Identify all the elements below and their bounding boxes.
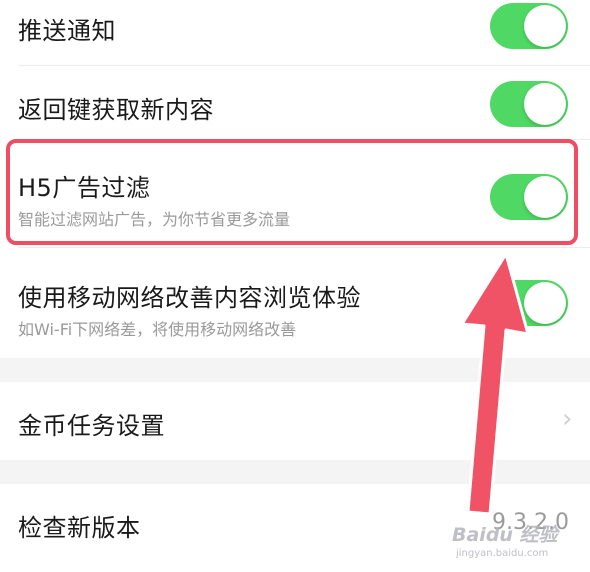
h5-ad-filter-title: H5广告过滤 bbox=[18, 174, 151, 202]
toggle-knob bbox=[524, 83, 566, 125]
coin-task-row[interactable]: 金币任务设置 › bbox=[0, 382, 590, 460]
push-notification-toggle[interactable] bbox=[490, 3, 568, 49]
back-key-refresh-row[interactable]: 返回键获取新内容 bbox=[0, 66, 590, 140]
h5-ad-filter-row[interactable]: H5广告过滤 智能过滤网站广告，为你节省更多流量 bbox=[0, 140, 590, 248]
mobile-network-improve-title: 使用移动网络改善内容浏览体验 bbox=[18, 284, 361, 312]
baidu-watermark-url: jingyan.baidu.com bbox=[456, 548, 549, 559]
back-key-refresh-toggle[interactable] bbox=[490, 81, 568, 127]
toggle-knob bbox=[524, 176, 566, 218]
settings-group-coin: 金币任务设置 › bbox=[0, 382, 590, 460]
chevron-right-icon: › bbox=[562, 404, 573, 434]
push-notification-title: 推送通知 bbox=[18, 17, 116, 45]
check-update-title: 检查新版本 bbox=[18, 514, 141, 542]
settings-group-general: 推送通知 返回键获取新内容 H5广告过滤 智能过滤网站广告，为你节省更多流量 使… bbox=[0, 0, 590, 358]
baidu-watermark: Baidu 经验 bbox=[452, 524, 558, 546]
coin-task-title: 金币任务设置 bbox=[18, 412, 165, 440]
push-notification-row[interactable]: 推送通知 bbox=[0, 0, 590, 66]
mobile-network-improve-toggle[interactable] bbox=[490, 280, 568, 326]
mobile-network-improve-subtitle: 如Wi-Fi下网络差，将使用移动网络改善 bbox=[18, 320, 297, 339]
h5-ad-filter-subtitle: 智能过滤网站广告，为你节省更多流量 bbox=[18, 210, 291, 229]
h5-ad-filter-toggle[interactable] bbox=[490, 174, 568, 220]
toggle-knob bbox=[524, 282, 566, 324]
toggle-knob bbox=[524, 5, 566, 47]
back-key-refresh-title: 返回键获取新内容 bbox=[18, 96, 214, 124]
mobile-network-improve-row[interactable]: 使用移动网络改善内容浏览体验 如Wi-Fi下网络差，将使用移动网络改善 bbox=[0, 248, 590, 358]
